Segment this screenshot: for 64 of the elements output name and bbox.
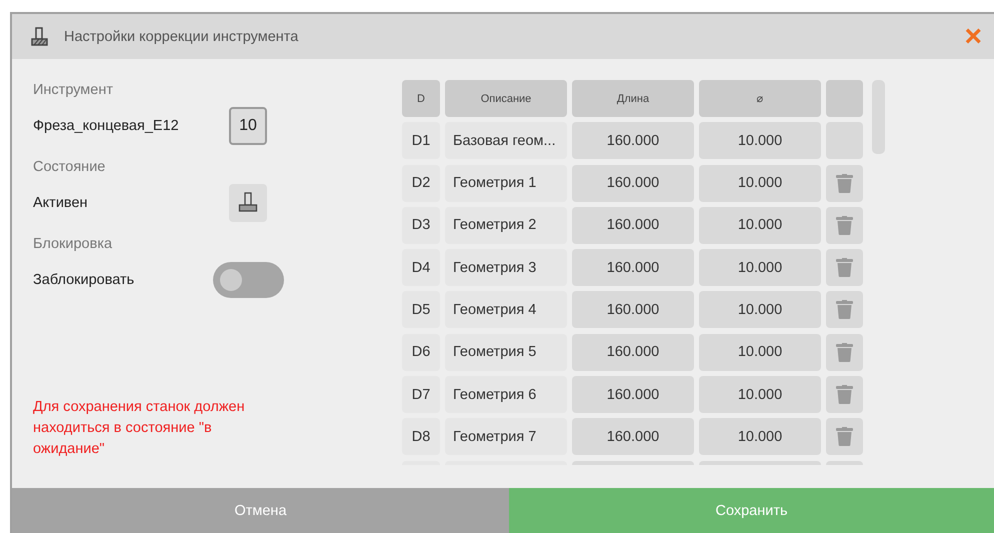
field-label: Инструмент [33, 81, 114, 100]
table-cell[interactable]: 160.000 [572, 122, 694, 160]
table-cell[interactable]: 160.000 [572, 334, 694, 371]
table-cell: D1 [402, 122, 440, 160]
table-cell: Геометрия 5 [445, 334, 567, 371]
table-cell[interactable]: 160.000 [572, 376, 694, 414]
table-cell: D6 [402, 334, 440, 371]
table-cell[interactable]: 10.000 [699, 164, 821, 202]
delete-button[interactable] [826, 291, 863, 328]
trash-icon [836, 342, 853, 362]
tool-name: Фреза_концевая_E12 [33, 118, 180, 134]
lock-toggle[interactable] [213, 262, 284, 298]
tool-number-field[interactable]: 10 [229, 107, 267, 145]
field-label: Блокировка [33, 235, 114, 254]
table-cell: D8 [402, 418, 440, 456]
table-cell[interactable]: 160.000 [572, 249, 694, 286]
window-title: Настройки коррекции инструмента [64, 28, 300, 44]
table-cell[interactable]: 10.000 [699, 122, 821, 160]
column-header: D [402, 80, 440, 117]
delete-button[interactable] [826, 376, 863, 414]
trash-icon [836, 258, 853, 278]
table-cell: Базовая геом... [445, 122, 567, 160]
table-cell: D5 [402, 291, 440, 328]
tool-state-button[interactable] [229, 184, 267, 222]
table-cell[interactable]: 10.000 [699, 376, 821, 414]
trash-icon [836, 385, 853, 404]
table-cell[interactable]: 160.000 [572, 418, 694, 456]
table-cell: D2 [402, 164, 440, 202]
table-cell: Геометрия 2 [445, 206, 567, 244]
delete-button[interactable] [826, 334, 863, 371]
field-label: Состояние [33, 158, 106, 177]
column-header: Описание [445, 80, 567, 117]
delete-button[interactable] [826, 418, 863, 456]
table-cell[interactable]: 160.000 [572, 206, 694, 244]
trash-icon [836, 174, 853, 193]
state-value: Активен [33, 195, 89, 211]
column-header: Длина [572, 80, 694, 117]
table-cell[interactable]: 10.000 [699, 249, 821, 286]
table-cell: Геометрия 4 [445, 291, 567, 328]
trash-icon [836, 300, 853, 320]
table-cell: D7 [402, 376, 440, 414]
column-header [826, 80, 863, 117]
table-cell: Геометрия 1 [445, 164, 567, 202]
table-cell: Геометрия 7 [445, 418, 567, 456]
table-cell[interactable]: 160.000 [572, 164, 694, 202]
table-cell: D4 [402, 249, 440, 286]
column-header: ⌀ [699, 80, 821, 117]
table-cell[interactable]: 10.000 [699, 418, 821, 456]
trash-icon [836, 427, 853, 446]
tool-icon [238, 192, 258, 214]
table-cell[interactable]: 160.000 [572, 291, 694, 328]
delete-button[interactable] [826, 249, 863, 286]
table-cell[interactable]: 10.000 [699, 334, 821, 371]
delete-button[interactable] [826, 164, 863, 202]
tool-icon [30, 26, 50, 46]
trash-icon [836, 216, 853, 235]
table-cell: Геометрия 6 [445, 376, 567, 414]
warning-message: Для сохранения станок должен находиться в состояние "в ожидание" [33, 398, 246, 459]
delete-button[interactable] [826, 206, 863, 244]
lock-label: Заблокировать [33, 272, 136, 288]
table-cell: Геометрия 3 [445, 249, 567, 286]
table-cell[interactable]: 10.000 [699, 291, 821, 328]
table-cell[interactable]: 10.000 [699, 206, 821, 244]
table-cell: D3 [402, 206, 440, 244]
